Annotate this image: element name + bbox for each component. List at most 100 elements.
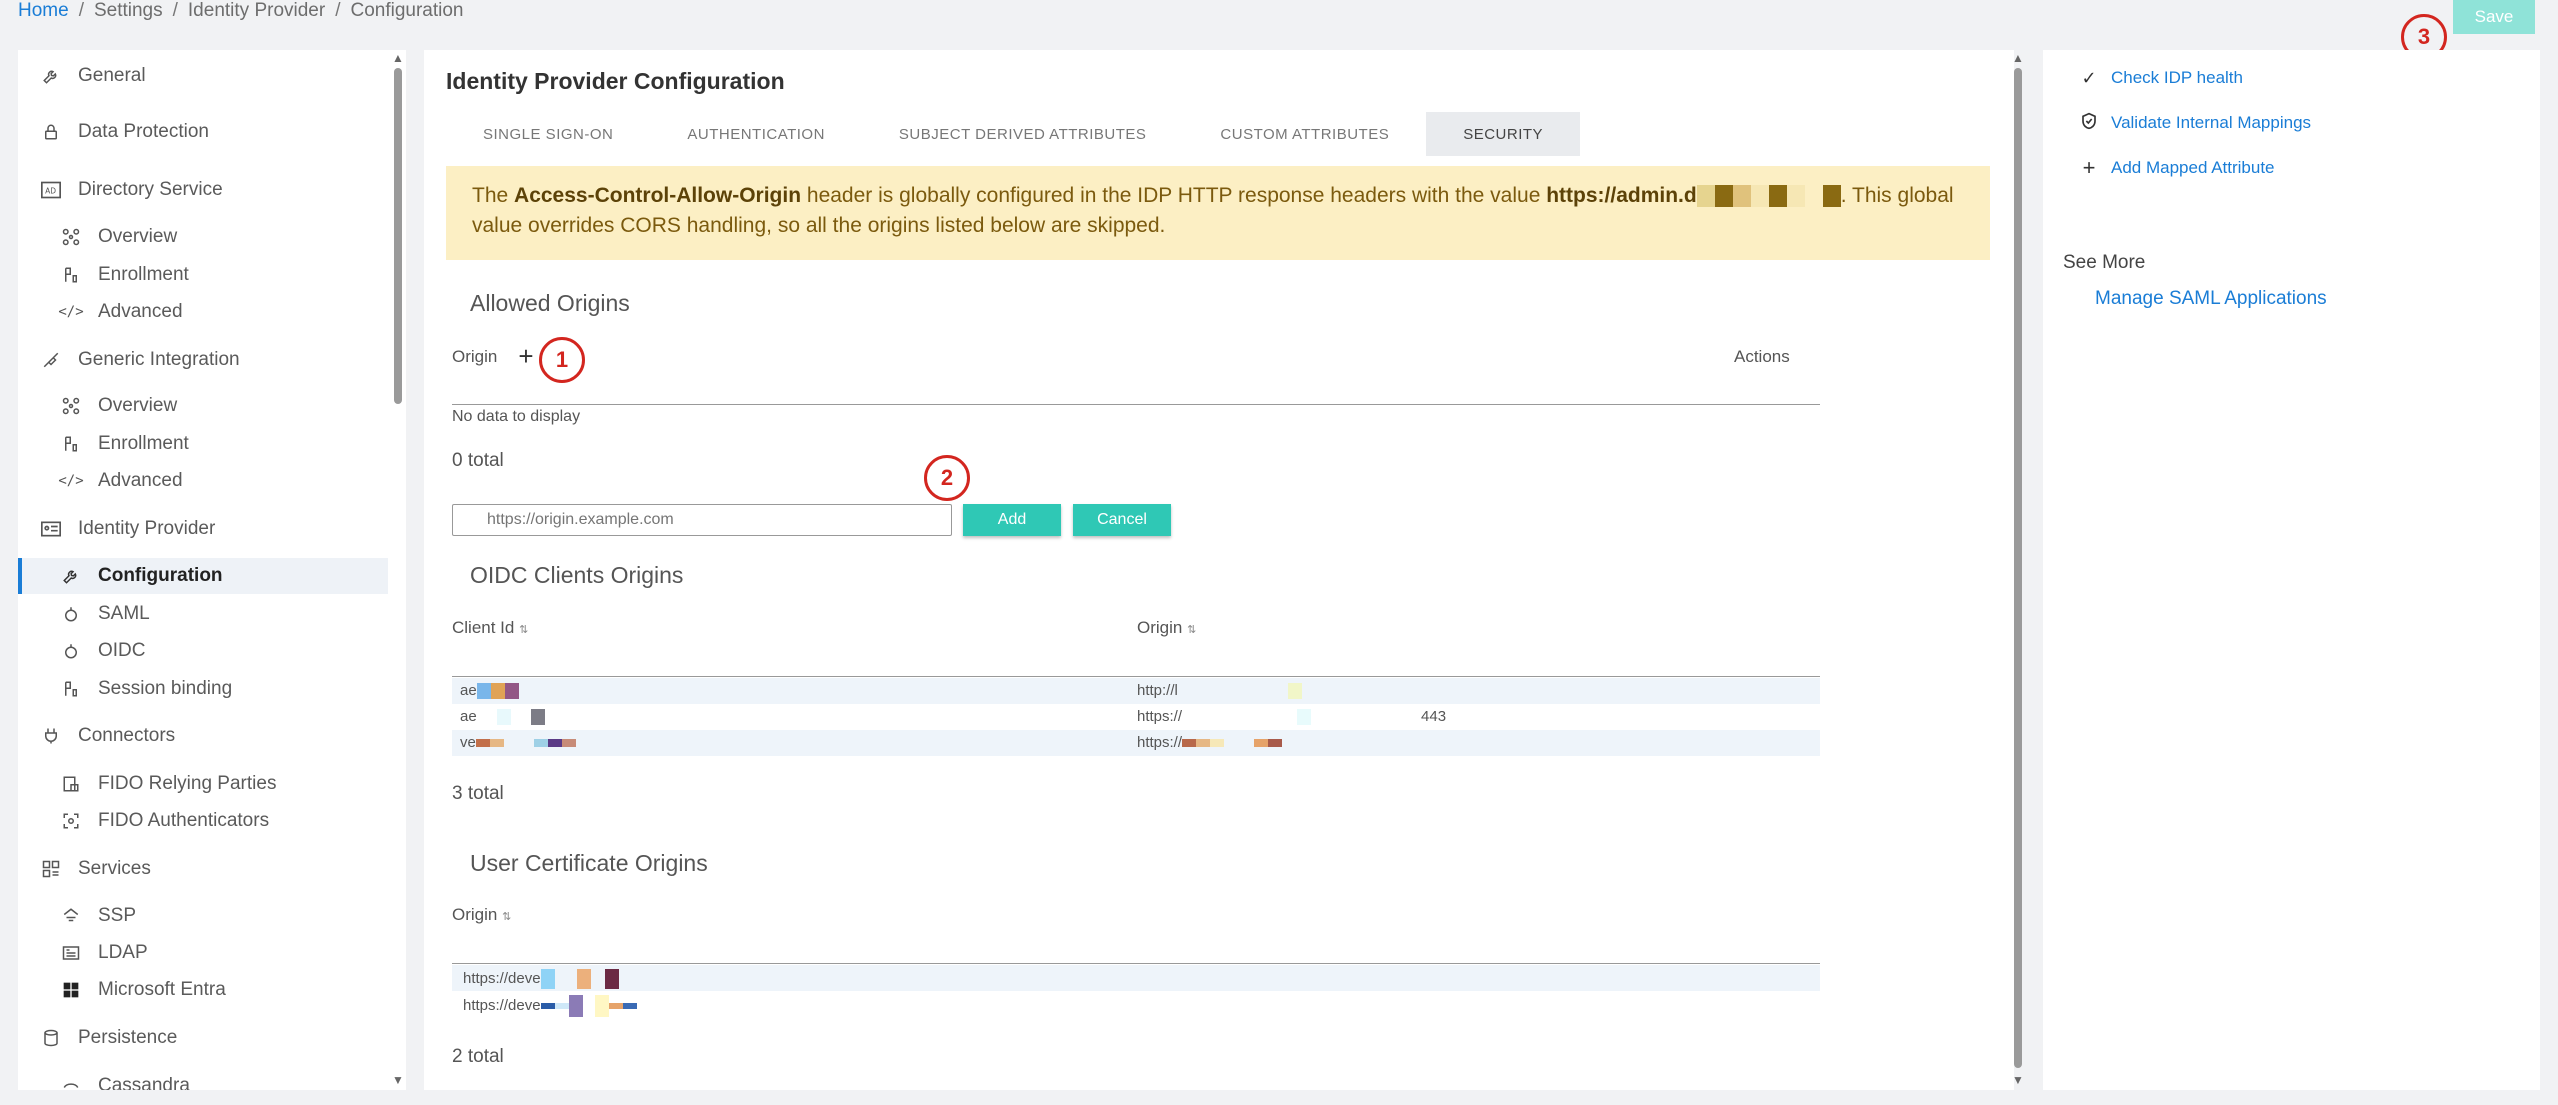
code-icon: </> (58, 304, 84, 320)
oidc-col-origin-label: Origin (1137, 618, 1183, 637)
sidebar-item-persistence[interactable]: Persistence (18, 1020, 388, 1056)
sidebar-item-ldap[interactable]: LDAP (18, 935, 388, 971)
redacted-value (1182, 708, 1422, 726)
sidebar-item-label: Generic Integration (78, 349, 240, 370)
sidebar-item-label: OIDC (98, 640, 146, 661)
table-row[interactable]: ve https:// (452, 730, 1820, 756)
origin-input[interactable] (452, 504, 952, 536)
breadcrumb-separator: / (172, 0, 178, 21)
scroll-up-arrow-icon[interactable]: ▲ (392, 52, 404, 64)
sidebar-item-label: Session binding (98, 678, 233, 699)
main-scrollbar[interactable]: ▲ ▼ (2011, 50, 2025, 1090)
breadcrumb-identity-provider[interactable]: Identity Provider (188, 0, 325, 21)
cert-col-origin[interactable]: Origin ⇅ (452, 905, 511, 925)
table-row[interactable]: ae https:// 443 (452, 704, 1820, 730)
sidebar-item-identity-provider[interactable]: Identity Provider (18, 511, 388, 547)
table-row[interactable]: ae http://l (452, 678, 1820, 704)
tab-single-sign-on[interactable]: SINGLE SIGN-ON (446, 112, 650, 156)
sidebar-item-fido-authenticators[interactable]: FIDO Authenticators (18, 803, 388, 839)
sidebar-item-label: Advanced (98, 470, 183, 491)
sidebar-item-label: Enrollment (98, 264, 189, 285)
sidebar-item-directory-advanced[interactable]: </> Advanced (18, 294, 388, 330)
oidc-col-origin[interactable]: Origin ⇅ (1137, 618, 1196, 638)
sidebar-item-saml[interactable]: SAML (18, 596, 388, 632)
sidebar-item-fido-relying-parties[interactable]: FIDO Relying Parties (18, 766, 388, 802)
table-row[interactable]: https://deve (452, 965, 1820, 991)
redacted-value (1696, 184, 1841, 208)
sort-icon[interactable]: ⇅ (1187, 624, 1196, 636)
allowed-origins-total: 0 total (452, 450, 504, 471)
sidebar-item-generic-integration[interactable]: Generic Integration (18, 342, 388, 378)
cancel-origin-button[interactable]: Cancel (1073, 504, 1171, 536)
plus-icon: + (2082, 155, 2096, 180)
validate-internal-mappings-link[interactable]: Validate Internal Mappings (2079, 111, 2311, 135)
sidebar-item-general[interactable]: General (18, 58, 388, 94)
annotation-marker-1: 1 (539, 337, 585, 383)
breadcrumb-configuration: Configuration (350, 0, 464, 21)
sidebar-item-oidc[interactable]: OIDC (18, 633, 388, 669)
origin-text: https:// (1137, 734, 1183, 751)
scroll-down-arrow-icon[interactable]: ▼ (392, 1074, 404, 1086)
sidebar-item-directory-overview[interactable]: Overview (18, 219, 388, 255)
tab-authentication[interactable]: AUTHENTICATION (650, 112, 862, 156)
validate-internal-mappings-label: Validate Internal Mappings (2111, 113, 2312, 132)
sidebar-item-data-protection[interactable]: Data Protection (18, 114, 388, 150)
sidebar-item-label: Services (78, 858, 151, 879)
windows-icon (60, 979, 82, 1001)
scroll-down-arrow-icon[interactable]: ▼ (2012, 1074, 2024, 1086)
sidebar-scrollbar-thumb[interactable] (394, 68, 402, 404)
add-origin-plus-icon[interactable]: + (514, 343, 538, 369)
sort-icon[interactable]: ⇅ (519, 624, 528, 636)
id-card-icon (40, 518, 62, 540)
sidebar-item-cassandra[interactable]: Cassandra (18, 1068, 388, 1090)
enrollment-icon (60, 433, 82, 455)
origin-text: https:// (1137, 708, 1183, 725)
saml-icon (60, 603, 82, 625)
manage-saml-applications-link[interactable]: Manage SAML Applications (2095, 288, 2327, 310)
tab-custom-attributes[interactable]: CUSTOM ATTRIBUTES (1183, 112, 1426, 156)
sidebar-item-connectors[interactable]: Connectors (18, 718, 388, 754)
sidebar-item-microsoft-entra[interactable]: Microsoft Entra (18, 972, 388, 1008)
save-button[interactable]: Save (2453, 0, 2535, 34)
see-more-heading: See More (2063, 252, 2146, 273)
network-icon (60, 395, 82, 417)
sidebar-item-directory-enrollment[interactable]: Enrollment (18, 257, 388, 293)
tab-subject-derived-attributes[interactable]: SUBJECT DERIVED ATTRIBUTES (862, 112, 1184, 156)
database-icon (40, 1027, 62, 1049)
empty-table-message: No data to display (452, 408, 581, 425)
breadcrumb-home-link[interactable]: Home (18, 0, 69, 21)
table-row[interactable]: https://deve (452, 991, 1820, 1017)
oidc-col-client-id[interactable]: Client Id ⇅ (452, 618, 528, 638)
add-mapped-attribute-link[interactable]: + Add Mapped Attribute (2079, 155, 2275, 180)
add-origin-button[interactable]: Add (963, 504, 1061, 536)
fido-lock-icon (60, 773, 82, 795)
sort-icon[interactable]: ⇅ (502, 911, 511, 923)
code-icon: </> (58, 473, 84, 489)
sidebar-item-integration-advanced[interactable]: </> Advanced (18, 463, 388, 499)
sidebar-item-label: Persistence (78, 1027, 178, 1048)
breadcrumb-settings[interactable]: Settings (94, 0, 163, 21)
main-scrollbar-thumb[interactable] (2014, 68, 2022, 1068)
sidebar-item-label: LDAP (98, 942, 148, 963)
table-divider (452, 676, 1820, 677)
scroll-up-arrow-icon[interactable]: ▲ (2012, 52, 2024, 64)
sidebar-item-label: Connectors (78, 725, 176, 746)
redacted-value (1182, 734, 1283, 752)
tab-bar: SINGLE SIGN-ON AUTHENTICATION SUBJECT DE… (446, 112, 1581, 156)
sidebar-item-label: Enrollment (98, 433, 189, 454)
sidebar-item-ssp[interactable]: SSP (18, 898, 388, 934)
sidebar-item-integration-enrollment[interactable]: Enrollment (18, 426, 388, 462)
wrench-icon (60, 565, 82, 587)
tab-security[interactable]: SECURITY (1426, 112, 1581, 156)
cassandra-icon (60, 1075, 82, 1090)
sidebar-item-session-binding[interactable]: Session binding (18, 671, 388, 707)
sidebar-item-directory-service[interactable]: AD Directory Service (18, 172, 388, 208)
sidebar-item-label: Identity Provider (78, 518, 216, 539)
sidebar-scrollbar[interactable]: ▲ ▼ (392, 50, 404, 1090)
sidebar-item-integration-overview[interactable]: Overview (18, 388, 388, 424)
ldap-icon (60, 942, 82, 964)
check-idp-health-link[interactable]: ✓ Check IDP health (2079, 66, 2243, 90)
sidebar-item-configuration[interactable]: Configuration (18, 558, 388, 594)
alert-header-value: https://admin.d (1546, 184, 1697, 207)
sidebar-item-services[interactable]: Services (18, 851, 388, 887)
